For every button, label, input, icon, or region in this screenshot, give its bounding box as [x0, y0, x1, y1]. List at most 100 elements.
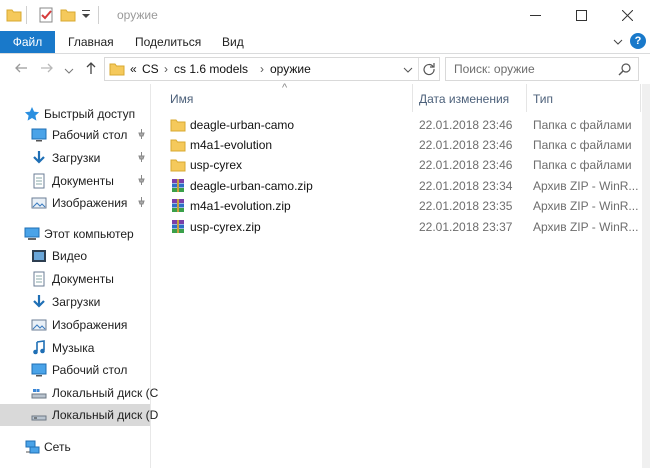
- sidebar-item-label: Этот компьютер: [44, 227, 134, 241]
- sidebar-item-drive-d[interactable]: Локальный диск (D: [0, 404, 158, 426]
- tab-home[interactable]: Главная: [68, 31, 114, 53]
- file-row[interactable]: usp-cyrex.zip 22.01.2018 23:37 Архив ZIP…: [164, 217, 642, 238]
- sidebar-item-quick-downloads[interactable]: Загрузки: [0, 147, 150, 169]
- sidebar-item-this-pc[interactable]: Этот компьютер: [0, 223, 150, 245]
- maximize-button[interactable]: [558, 0, 604, 31]
- column-header-name[interactable]: Имя: [170, 92, 193, 106]
- sidebar-item-label: Рабочий стол: [52, 128, 128, 142]
- refresh-button[interactable]: [422, 62, 436, 79]
- winrar-archive-icon: [170, 178, 186, 194]
- folder-icon: [170, 137, 186, 153]
- up-button[interactable]: [84, 61, 98, 78]
- close-button[interactable]: [604, 0, 650, 31]
- help-button[interactable]: ?: [630, 33, 646, 49]
- window-title: оружие: [117, 8, 158, 22]
- file-name: deagle-urban-camo: [190, 118, 295, 132]
- download-icon: [31, 294, 47, 310]
- file-row[interactable]: m4a1-evolution 22.01.2018 23:46 Папка с …: [164, 135, 642, 156]
- sidebar-item-quick-access[interactable]: Быстрый доступ: [0, 103, 150, 125]
- ribbon-tabs: Файл Главная Поделиться Вид ?: [0, 31, 650, 54]
- documents-icon: [31, 173, 47, 189]
- file-type: Папка с файлами: [533, 158, 632, 172]
- sidebar-item-network[interactable]: Сеть: [0, 436, 150, 458]
- folder-icon: [170, 157, 186, 173]
- tab-share[interactable]: Поделиться: [135, 31, 201, 53]
- title-bar: оружие: [0, 0, 650, 31]
- file-row[interactable]: m4a1-evolution.zip 22.01.2018 23:35 Архи…: [164, 196, 642, 217]
- file-name: m4a1-evolution.zip: [190, 199, 291, 213]
- file-list: ^ Имя Дата изменения Тип deagle-urban-ca…: [152, 82, 642, 468]
- column-header-date[interactable]: Дата изменения: [419, 92, 509, 106]
- customize-quick-access-icon[interactable]: [80, 6, 92, 25]
- new-folder-icon[interactable]: [60, 7, 76, 26]
- sidebar-item-desktop[interactable]: Рабочий стол: [0, 359, 150, 381]
- search-box[interactable]: Поиск: оружие: [445, 57, 639, 81]
- pin-icon[interactable]: [137, 174, 146, 186]
- breadcrumb-separator-icon[interactable]: ›: [260, 62, 264, 76]
- tab-file[interactable]: Файл: [0, 31, 55, 53]
- sidebar-item-quick-documents[interactable]: Документы: [0, 170, 150, 192]
- sidebar-item-drive-c[interactable]: Локальный диск (C: [0, 382, 158, 404]
- breadcrumb-item[interactable]: CS: [142, 62, 159, 76]
- column-divider[interactable]: [526, 84, 527, 112]
- column-headers: ^ Имя Дата изменения Тип: [152, 82, 642, 112]
- sidebar-item-label: Изображения: [52, 196, 128, 210]
- divider: [418, 58, 419, 80]
- sidebar-item-label: Загрузки: [52, 295, 101, 309]
- sidebar-item-label: Локальный диск (C: [52, 386, 159, 400]
- properties-icon[interactable]: [38, 7, 54, 26]
- address-bar[interactable]: « CS › cs 1.6 models › оружие: [104, 57, 440, 81]
- refresh-icon: [423, 63, 435, 76]
- column-divider[interactable]: [640, 84, 641, 112]
- desktop-icon: [31, 362, 47, 378]
- pin-icon[interactable]: [137, 128, 146, 140]
- file-name: usp-cyrex.zip: [190, 220, 261, 234]
- folder-app-icon: [6, 7, 22, 26]
- sidebar-item-quick-pictures[interactable]: Изображения: [0, 192, 150, 214]
- breadcrumb-separator-icon[interactable]: ›: [164, 62, 168, 76]
- computer-icon: [24, 226, 40, 242]
- sidebar-item-music[interactable]: Музыка: [0, 337, 150, 359]
- arrow-left-icon: [15, 63, 27, 73]
- sidebar-item-downloads[interactable]: Загрузки: [0, 291, 150, 313]
- minimize-button[interactable]: [512, 0, 558, 31]
- video-icon: [31, 248, 47, 264]
- breadcrumb-item[interactable]: cs 1.6 models: [174, 62, 248, 76]
- sidebar-item-documents[interactable]: Документы: [0, 268, 150, 290]
- file-row[interactable]: deagle-urban-camo 22.01.2018 23:46 Папка…: [164, 115, 642, 136]
- file-row[interactable]: usp-cyrex 22.01.2018 23:46 Папка с файла…: [164, 155, 642, 176]
- sidebar-item-label: Видео: [52, 249, 88, 263]
- column-header-type[interactable]: Тип: [533, 92, 553, 106]
- sidebar-item-video[interactable]: Видео: [0, 245, 150, 267]
- file-type: Архив ZIP - WinR...: [533, 220, 639, 234]
- file-name: m4a1-evolution: [190, 138, 273, 152]
- recent-locations-button[interactable]: [64, 63, 74, 79]
- sidebar-item-label: Загрузки: [52, 151, 101, 165]
- search-icon[interactable]: [618, 62, 632, 79]
- drive-d-icon: [31, 407, 47, 423]
- sidebar-item-label: Быстрый доступ: [44, 107, 136, 121]
- vertical-scrollbar[interactable]: [642, 84, 650, 468]
- star-icon: [24, 106, 40, 122]
- tab-view[interactable]: Вид: [222, 31, 244, 53]
- file-row[interactable]: deagle-urban-camo.zip 22.01.2018 23:34 А…: [164, 176, 642, 197]
- file-date: 22.01.2018 23:46: [419, 158, 513, 172]
- maximize-icon: [575, 10, 587, 21]
- back-button[interactable]: [14, 61, 28, 78]
- forward-button[interactable]: [40, 61, 54, 78]
- sidebar-item-label: Документы: [52, 174, 114, 188]
- pin-icon[interactable]: [137, 151, 146, 163]
- pin-icon[interactable]: [137, 196, 146, 208]
- search-input[interactable]: Поиск: оружие: [454, 62, 535, 76]
- breadcrumb-overflow[interactable]: «: [130, 62, 137, 76]
- file-date: 22.01.2018 23:37: [419, 220, 513, 234]
- breadcrumb-item[interactable]: оружие: [270, 62, 311, 76]
- column-divider[interactable]: [412, 84, 413, 112]
- sidebar-item-quick-desktop[interactable]: Рабочий стол: [0, 124, 150, 146]
- music-icon: [31, 340, 47, 356]
- network-icon: [24, 439, 40, 455]
- sidebar-item-pictures[interactable]: Изображения: [0, 314, 150, 336]
- expand-ribbon-button[interactable]: [610, 31, 626, 53]
- folder-icon: [109, 61, 125, 80]
- address-dropdown-button[interactable]: [403, 64, 413, 78]
